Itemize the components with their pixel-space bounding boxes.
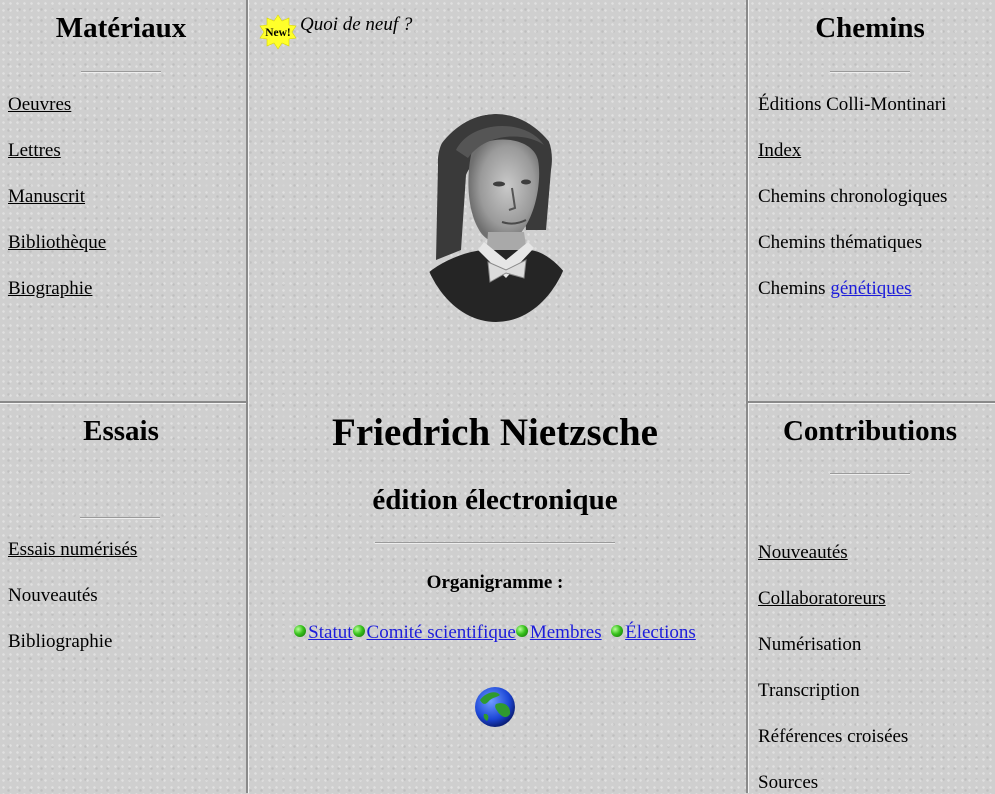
essais-separator — [80, 517, 160, 519]
chemins-separator — [830, 71, 910, 73]
contributions-panel: Contributions Nouveautés Collaboratoreur… — [748, 403, 995, 793]
chemins-genetiques-row: Chemins génétiques — [758, 278, 912, 300]
link-essais-numerises[interactable]: Essais numérisés — [8, 539, 137, 561]
green-bullet-icon — [352, 625, 365, 637]
essais-bibliographie: Bibliographie — [8, 631, 113, 652]
new-badge-icon: New! — [259, 14, 297, 50]
chemins-thematiques: Chemins thématiques — [758, 232, 923, 253]
link-comite-scientifique[interactable]: Comité scientifique — [367, 622, 516, 643]
link-elections[interactable]: Élections — [625, 622, 696, 643]
materiaux-separator — [81, 71, 161, 73]
link-lettres[interactable]: Lettres — [8, 140, 61, 162]
organigramme-links: Statut Comité scientifique Membres Électio… — [248, 622, 742, 644]
materiaux-title: Matériaux — [55, 12, 187, 44]
chemins-title: Chemins — [815, 12, 925, 44]
globe-icon[interactable] — [474, 686, 516, 728]
whats-new-label: Quoi de neuf ? — [300, 14, 413, 35]
chemins-genetiques-prefix: Chemins — [758, 278, 826, 299]
link-nouveautes[interactable]: Nouveautés — [758, 542, 848, 564]
link-membres[interactable]: Membres — [530, 622, 602, 643]
page-subtitle: édition électronique — [372, 484, 618, 516]
link-statut[interactable]: Statut — [308, 622, 352, 643]
link-collaboratoreurs[interactable]: Collaboratoreurs — [758, 588, 886, 610]
svg-text:New!: New! — [265, 27, 291, 39]
contributions-transcription: Transcription — [758, 680, 860, 701]
contributions-sources: Sources — [758, 772, 819, 793]
link-manuscrit[interactable]: Manuscrit — [8, 186, 85, 208]
link-index[interactable]: Index — [758, 140, 801, 162]
chemins-panel: Chemins Éditions Colli-Montinari Index C… — [748, 0, 995, 401]
materiaux-panel: Matériaux Oeuvres Lettres Manuscrit Bibl… — [0, 0, 246, 401]
link-oeuvres[interactable]: Oeuvres — [8, 94, 71, 116]
contributions-references-croisees: Références croisées — [758, 726, 909, 747]
organigramme-label: Organigramme : — [426, 572, 564, 593]
green-bullet-icon — [515, 625, 528, 637]
essais-nouveautes: Nouveautés — [8, 585, 98, 606]
contributions-title: Contributions — [782, 415, 958, 447]
center-panel: New! Quoi de neuf ? Friedrich Nietzsche … — [248, 0, 746, 793]
contributions-numerisation: Numérisation — [758, 634, 862, 655]
green-bullet-icon — [294, 625, 307, 637]
center-separator — [375, 542, 615, 544]
link-genetiques[interactable]: génétiques — [830, 278, 911, 299]
essais-title: Essais — [83, 415, 159, 447]
chemins-chronologiques: Chemins chronologiques — [758, 186, 948, 207]
chemins-editions-colli-montinari: Éditions Colli-Montinari — [758, 94, 947, 115]
link-biographie[interactable]: Biographie — [8, 278, 92, 300]
link-bibliotheque[interactable]: Bibliothèque — [8, 232, 106, 254]
essais-panel: Essais Essais numérisés Nouveautés Bibli… — [0, 403, 246, 793]
green-bullet-icon — [611, 625, 624, 637]
page-title: Friedrich Nietzsche — [332, 411, 658, 454]
nietzsche-portrait — [418, 114, 574, 322]
contributions-separator — [830, 473, 910, 475]
